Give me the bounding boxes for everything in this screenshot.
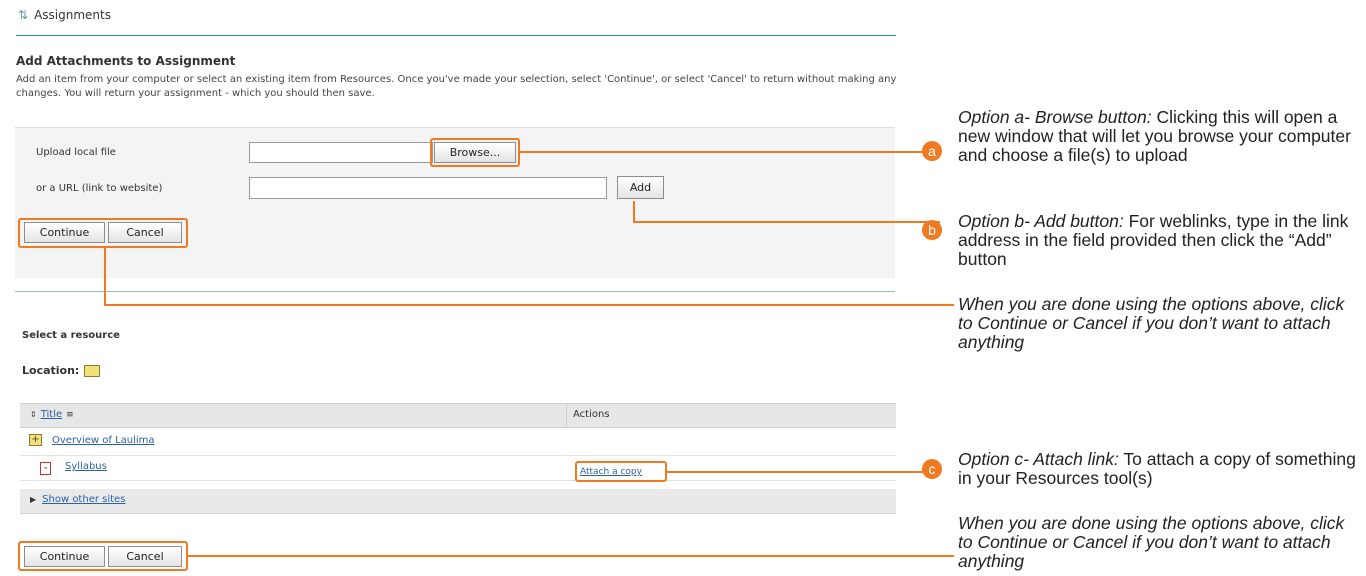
tool-title: Assignments (34, 8, 111, 22)
connector-done1-vertical (104, 248, 106, 305)
folder-icon[interactable] (84, 364, 101, 377)
title-divider (16, 35, 896, 36)
section-divider (15, 291, 895, 292)
folder-plus-icon[interactable]: + (29, 434, 42, 446)
pdf-icon: ⌁ (40, 462, 51, 475)
badge-c: c (922, 459, 942, 479)
buttons-bottom-highlight (18, 541, 188, 571)
badge-a: a (922, 141, 942, 161)
add-button[interactable]: Add (617, 176, 664, 199)
connector-b-vertical (633, 201, 635, 222)
resource-title-link[interactable]: Syllabus (65, 461, 107, 472)
note-done-2: When you are done using the options abov… (958, 513, 1345, 571)
page-title: Add Attachments to Assignment (16, 54, 236, 68)
show-other-sites-link[interactable]: Show other sites (42, 494, 125, 505)
connector-done1 (104, 304, 954, 306)
note-done-1: When you are done using the options abov… (958, 294, 1345, 352)
url-label: or a URL (link to website) (36, 183, 163, 194)
title-column-header[interactable]: ⇕ Title ≡ (30, 409, 74, 420)
column-divider (566, 403, 567, 426)
note-b-title: Option b- Add button: (958, 211, 1124, 231)
url-input[interactable] (249, 177, 607, 199)
resource-title-link[interactable]: Overview of Laulima (52, 435, 155, 446)
instructions: Add an item from your computer or select… (16, 74, 897, 99)
table-header (20, 403, 896, 428)
filter-icon[interactable]: ≡ (66, 410, 74, 420)
badge-b: b (922, 220, 942, 240)
arrows-icon[interactable]: ⇅ (18, 8, 28, 22)
sort-icon[interactable]: ⇕ (30, 410, 37, 419)
attach-highlight (575, 461, 667, 482)
note-c-title: Option c- Attach link: (958, 449, 1119, 469)
expand-triangle-icon[interactable]: ▶ (30, 495, 36, 504)
browse-highlight (430, 138, 520, 167)
connector-a (520, 151, 940, 153)
note-c: Option c- Attach link: To attach a copy … (958, 450, 1358, 488)
connector-b (633, 221, 940, 223)
tool-title-bar: ⇅ Assignments (18, 8, 111, 22)
connector-c (667, 471, 940, 473)
note-b: Option b- Add button: For weblinks, type… (958, 212, 1358, 269)
note-a-title: Option a- Browse button: (958, 107, 1152, 127)
show-other-sites[interactable]: ▶ Show other sites (30, 494, 125, 505)
connector-done2 (188, 555, 954, 557)
location-label: Location: (22, 364, 80, 377)
select-resource-title: Select a resource (22, 330, 120, 341)
table-row (20, 456, 896, 481)
actions-column-header: Actions (573, 409, 610, 420)
title-sort-link[interactable]: Title (41, 409, 62, 420)
note-a: Option a- Browse button: Clicking this w… (958, 108, 1358, 165)
buttons-top-highlight (18, 218, 188, 248)
upload-file-label: Upload local file (36, 147, 116, 158)
location-row: Location: (22, 364, 101, 377)
show-other-sites-row (20, 489, 896, 514)
upload-file-field[interactable] (249, 142, 433, 163)
